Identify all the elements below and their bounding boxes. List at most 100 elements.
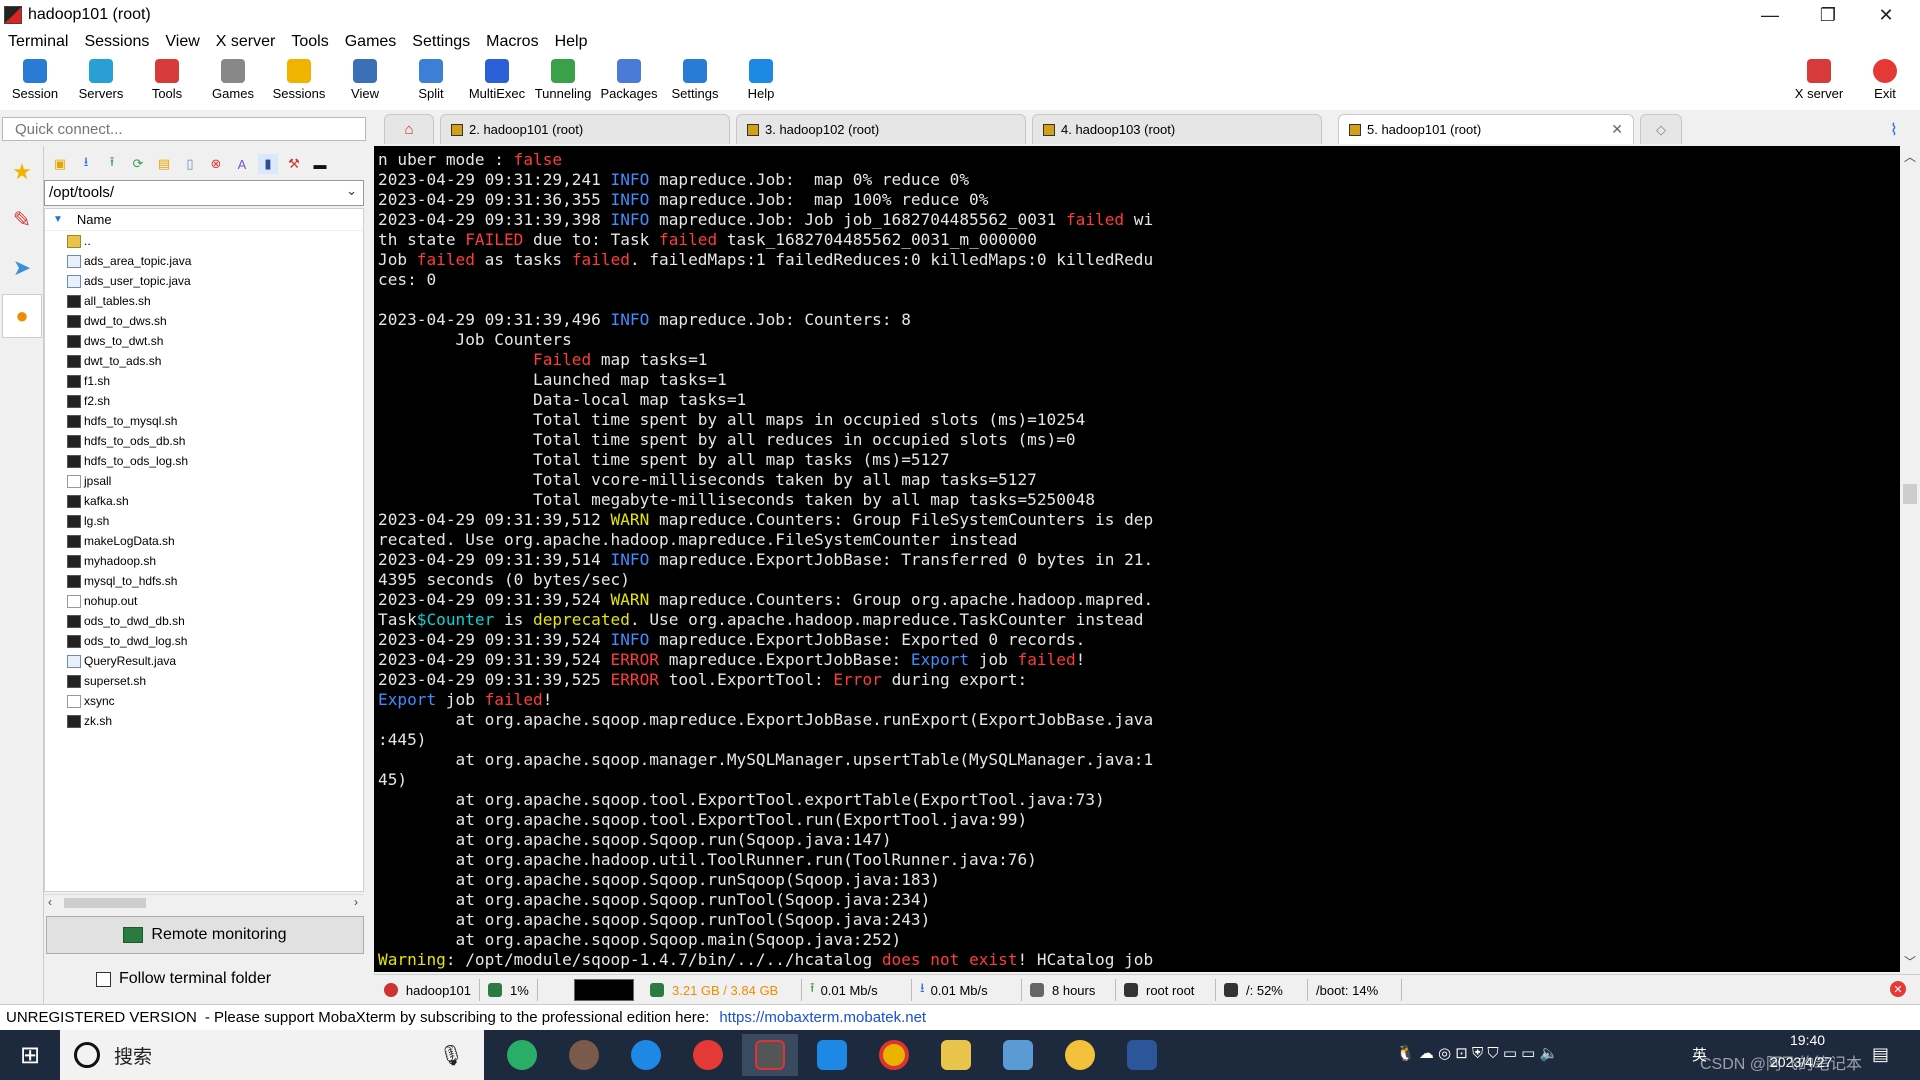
tray-icons[interactable]: 🐧 ☁ ◎ ⊡ ⛨ ⛉ ▭ ▭ 🔈 <box>1396 1044 1558 1062</box>
attach-icon[interactable]: ⌇ <box>1890 120 1898 140</box>
toolbar-view-button[interactable]: View <box>332 56 398 108</box>
delete-icon[interactable]: ⊗ <box>206 154 226 174</box>
close-tab-icon[interactable]: ✕ <box>1611 121 1623 138</box>
column-header-name[interactable]: ▼ Name <box>45 209 363 231</box>
file-row[interactable]: dwt_to_ads.sh <box>45 351 363 371</box>
tab-session-2[interactable]: 2. hadoop101 (root) <box>440 114 730 144</box>
taskbar-netease-music[interactable] <box>680 1034 736 1076</box>
toolbar-split-button[interactable]: Split <box>398 56 464 108</box>
menu-x-server[interactable]: X server <box>208 33 284 51</box>
toolbar-servers-button[interactable]: Servers <box>68 56 134 108</box>
file-row[interactable]: dws_to_dwt.sh <box>45 331 363 351</box>
scroll-thumb[interactable] <box>64 898 146 908</box>
toolbar-settings-button[interactable]: Settings <box>662 56 728 108</box>
folder-up-icon[interactable]: ▣ <box>50 154 70 174</box>
scroll-thumb[interactable] <box>1903 484 1917 504</box>
upload-icon[interactable]: ⭱ <box>102 154 122 174</box>
file-row[interactable]: .. <box>45 231 363 251</box>
terminal-vertical-scrollbar[interactable]: ︿ ﹀ <box>1900 146 1920 972</box>
new-file-icon[interactable]: ▯ <box>180 154 200 174</box>
toolbar-tunneling-button[interactable]: Tunneling <box>530 56 596 108</box>
path-input[interactable]: /opt/tools/ ⌄ <box>44 180 364 206</box>
file-row[interactable]: makeLogData.sh <box>45 531 363 551</box>
mobaxterm-link[interactable]: https://mobaxterm.mobatek.net <box>719 1009 926 1026</box>
tab-session-4[interactable]: 4. hadoop103 (root) <box>1032 114 1322 144</box>
start-button[interactable]: ⊞ <box>2 1034 58 1076</box>
file-row[interactable]: zk.sh <box>45 711 363 731</box>
close-status-icon[interactable]: ✕ <box>1890 981 1906 997</box>
file-row[interactable]: f1.sh <box>45 371 363 391</box>
toolbar-tools-button[interactable]: Tools <box>134 56 200 108</box>
tab-session-5[interactable]: 5. hadoop101 (root) ✕ <box>1338 114 1634 144</box>
menu-view[interactable]: View <box>157 33 207 51</box>
new-tab-button[interactable]: ◇ <box>1640 114 1682 144</box>
file-row[interactable]: lg.sh <box>45 511 363 531</box>
taskbar-notepad[interactable] <box>990 1034 1046 1076</box>
file-row[interactable]: dwd_to_dws.sh <box>45 311 363 331</box>
menu-macros[interactable]: Macros <box>478 33 546 51</box>
taskbar-app-6[interactable] <box>804 1034 860 1076</box>
file-row[interactable]: kafka.sh <box>45 491 363 511</box>
menu-tools[interactable]: Tools <box>283 33 336 51</box>
menu-terminal[interactable]: Terminal <box>0 33 76 51</box>
taskbar-search[interactable]: 搜索 🎙 <box>60 1030 484 1080</box>
file-row[interactable]: ods_to_dwd_db.sh <box>45 611 363 631</box>
menu-sessions[interactable]: Sessions <box>76 33 157 51</box>
quick-connect-input[interactable] <box>2 117 366 141</box>
taskbar-wechat[interactable] <box>494 1034 550 1076</box>
taskbar-explorer[interactable] <box>928 1034 984 1076</box>
file-row[interactable]: hdfs_to_mysql.sh <box>45 411 363 431</box>
minimize-button[interactable]: — <box>1742 0 1798 30</box>
file-row[interactable]: all_tables.sh <box>45 291 363 311</box>
new-folder-icon[interactable]: ▤ <box>154 154 174 174</box>
menu-help[interactable]: Help <box>547 33 596 51</box>
tools-wand-icon[interactable]: ⚒ <box>284 154 304 174</box>
follow-terminal-folder-checkbox[interactable]: Follow terminal folder <box>96 970 271 988</box>
checkbox-box[interactable] <box>96 971 111 987</box>
remote-monitoring-button[interactable]: Remote monitoring <box>46 916 364 954</box>
refresh-icon[interactable]: ⟳ <box>128 154 148 174</box>
toolbar-games-button[interactable]: Games <box>200 56 266 108</box>
file-row[interactable]: ads_user_topic.java <box>45 271 363 291</box>
favorites-star-icon[interactable]: ★ <box>2 150 42 194</box>
scroll-left-icon[interactable]: ‹ <box>48 895 52 909</box>
taskbar-mobaxterm[interactable] <box>742 1034 798 1076</box>
file-row[interactable]: ods_to_dwd_log.sh <box>45 631 363 651</box>
terminal-view[interactable]: n uber mode : false 2023-04-29 09:31:29,2… <box>374 146 1900 972</box>
download-icon[interactable]: ⭳ <box>76 154 96 174</box>
taskbar-app-2[interactable] <box>556 1034 612 1076</box>
close-button[interactable]: ✕ <box>1858 0 1914 30</box>
file-row[interactable]: f2.sh <box>45 391 363 411</box>
file-row[interactable]: myhadoop.sh <box>45 551 363 571</box>
taskbar-edge[interactable] <box>618 1034 674 1076</box>
taskbar-chrome[interactable] <box>866 1034 922 1076</box>
notification-icon[interactable]: ▤ <box>1872 1044 1889 1065</box>
hidden-files-icon[interactable]: ▮ <box>258 154 278 174</box>
rename-icon[interactable]: A <box>232 154 252 174</box>
toolbar-packages-button[interactable]: Packages <box>596 56 662 108</box>
taskbar-word[interactable] <box>1114 1034 1170 1076</box>
tools-icon[interactable]: ✎ <box>2 198 42 242</box>
file-list-horizontal-scrollbar[interactable]: ‹ › <box>44 894 364 910</box>
file-row[interactable]: hdfs_to_ods_log.sh <box>45 451 363 471</box>
maximize-button[interactable]: ❐ <box>1800 0 1856 30</box>
toolbar-multiexec-button[interactable]: MultiExec <box>464 56 530 108</box>
file-row[interactable]: hdfs_to_ods_db.sh <box>45 431 363 451</box>
home-tab[interactable]: ⌂ <box>384 114 434 144</box>
file-row[interactable]: xsync <box>45 691 363 711</box>
scroll-up-icon[interactable]: ︿ <box>1904 148 1916 165</box>
toolbar-help-button[interactable]: Help <box>728 56 794 108</box>
terminal-icon[interactable]: ▬ <box>310 154 330 174</box>
toolbar-x-server-button[interactable]: X server <box>1786 56 1852 108</box>
file-row[interactable]: nohup.out <box>45 591 363 611</box>
chevron-down-icon[interactable]: ⌄ <box>346 183 357 199</box>
microphone-icon[interactable]: 🎙 <box>439 1043 464 1068</box>
sftp-tab-icon[interactable]: ● <box>2 294 42 338</box>
file-row[interactable]: jpsall <box>45 471 363 491</box>
file-row[interactable]: QueryResult.java <box>45 651 363 671</box>
toolbar-exit-button[interactable]: Exit <box>1852 56 1918 108</box>
taskbar-app-10[interactable] <box>1052 1034 1108 1076</box>
toolbar-session-button[interactable]: Session <box>2 56 68 108</box>
menu-games[interactable]: Games <box>337 33 405 51</box>
tab-session-3[interactable]: 3. hadoop102 (root) <box>736 114 1026 144</box>
